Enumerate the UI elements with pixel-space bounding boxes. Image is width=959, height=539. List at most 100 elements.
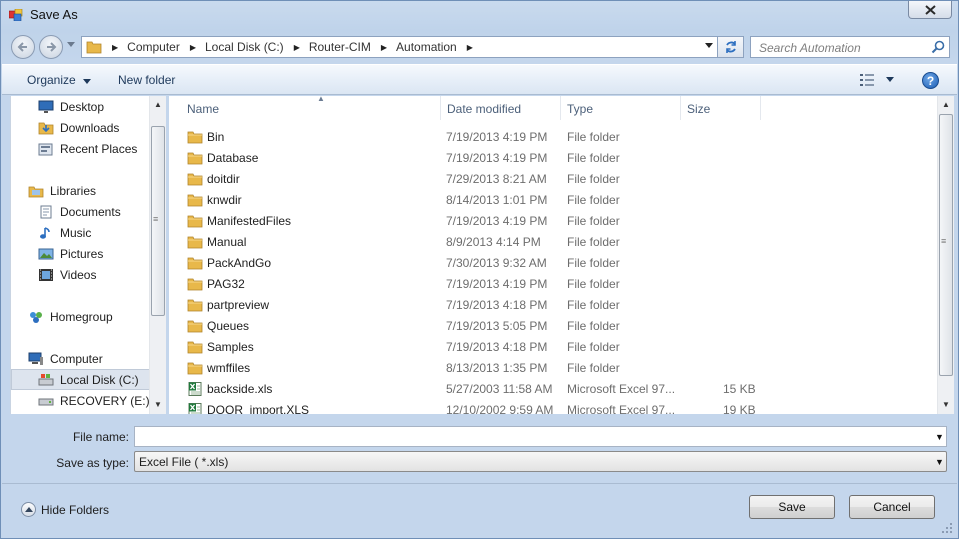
- file-row[interactable]: Database 7/19/2013 4:19 PM File folder: [169, 148, 937, 169]
- file-name: backside.xls: [207, 382, 273, 396]
- file-row[interactable]: Manual 8/9/2013 4:14 PM File folder: [169, 232, 937, 253]
- file-date-modified: 7/29/2013 8:21 AM: [446, 172, 547, 186]
- file-date-modified: 7/19/2013 4:19 PM: [446, 277, 548, 291]
- file-name: partpreview: [207, 298, 270, 312]
- organize-button[interactable]: Organize: [27, 73, 92, 87]
- chevron-down-icon[interactable]: [886, 77, 894, 82]
- folder-icon: [187, 214, 203, 228]
- navigation-pane[interactable]: Desktop Downloads Recent Places Librarie…: [10, 96, 165, 414]
- nav-item-label: Homegroup: [50, 309, 113, 324]
- column-date-modified[interactable]: Date modified: [441, 96, 561, 120]
- file-row[interactable]: Samples 7/19/2013 4:18 PM File folder: [169, 337, 937, 358]
- file-type: File folder: [567, 235, 620, 249]
- folder-icon: [187, 130, 203, 144]
- hide-folders-button[interactable]: Hide Folders: [21, 502, 109, 517]
- homegroup-icon: [28, 309, 44, 325]
- help-button[interactable]: ?: [922, 72, 939, 89]
- navigation-pane-scrollbar[interactable]: ▲ ≡ ▼: [149, 96, 166, 414]
- breadcrumb-separator-icon[interactable]: ▶: [381, 43, 387, 52]
- close-button[interactable]: [908, 1, 952, 19]
- videos-icon: [38, 267, 54, 283]
- desktop-icon: [38, 99, 54, 115]
- breadcrumb-computer[interactable]: Computer: [127, 40, 180, 54]
- file-row[interactable]: doitdir 7/29/2013 8:21 AM File folder: [169, 169, 937, 190]
- nav-item-recovery[interactable]: RECOVERY (E:): [38, 390, 165, 411]
- music-icon: [38, 225, 54, 241]
- nav-item-libraries[interactable]: Libraries: [28, 180, 165, 201]
- file-row[interactable]: PAG32 7/19/2013 4:19 PM File folder: [169, 274, 937, 295]
- breadcrumb-separator-icon[interactable]: ▶: [294, 43, 300, 52]
- search-icon[interactable]: [931, 40, 945, 54]
- folder-icon: [187, 151, 203, 165]
- file-date-modified: 7/19/2013 4:19 PM: [446, 130, 548, 144]
- file-name: wmffiles: [207, 361, 251, 375]
- breadcrumb-separator-icon[interactable]: ▶: [190, 43, 196, 52]
- file-name-input[interactable]: [134, 426, 947, 447]
- breadcrumb-automation[interactable]: Automation: [396, 40, 457, 54]
- address-bar[interactable]: ▶ Computer ▶ Local Disk (C:) ▶ Router-CI…: [81, 36, 718, 58]
- nav-item-recent-places[interactable]: Recent Places: [38, 138, 165, 159]
- nav-item-label: Pictures: [60, 246, 104, 261]
- file-name: PAG32: [207, 277, 245, 291]
- recovery-drive-icon: [38, 393, 54, 409]
- breadcrumb-local-disk[interactable]: Local Disk (C:): [205, 40, 284, 54]
- chevron-down-icon[interactable]: ▼: [935, 432, 944, 442]
- file-row[interactable]: Bin 7/19/2013 4:19 PM File folder: [169, 127, 937, 148]
- breadcrumb-separator-icon[interactable]: ▶: [112, 43, 118, 52]
- file-date-modified: 7/19/2013 4:19 PM: [446, 151, 548, 165]
- file-type: Microsoft Excel 97...: [567, 382, 676, 396]
- recent-locations-dropdown-icon[interactable]: [67, 42, 75, 48]
- save-as-type-select[interactable]: Excel File ( *.xls) ▼: [134, 451, 947, 472]
- nav-item-downloads[interactable]: Downloads: [38, 117, 165, 138]
- nav-item-homegroup[interactable]: Homegroup: [28, 306, 165, 327]
- file-row[interactable]: partpreview 7/19/2013 4:18 PM File folder: [169, 295, 937, 316]
- nav-item-music[interactable]: Music: [38, 222, 165, 243]
- scroll-up-icon[interactable]: ▲: [154, 100, 162, 109]
- file-row[interactable]: PackAndGo 7/30/2013 9:32 AM File folder: [169, 253, 937, 274]
- new-folder-button[interactable]: New folder: [118, 73, 175, 87]
- column-label: Name: [187, 102, 220, 116]
- nav-item-documents[interactable]: Documents: [38, 201, 165, 222]
- file-row[interactable]: DOOR_import.XLS 12/10/2002 9:59 AM Microso…: [169, 400, 937, 414]
- excel-file-icon: [187, 382, 203, 396]
- scroll-down-icon[interactable]: ▼: [942, 400, 950, 409]
- resize-grip-icon[interactable]: [941, 522, 953, 534]
- forward-button[interactable]: [39, 35, 63, 59]
- back-button[interactable]: [11, 35, 35, 59]
- file-row[interactable]: backside.xls 5/27/2003 11:58 AM Microsoft …: [169, 379, 937, 400]
- command-bar: Organize New folder ?: [2, 64, 957, 95]
- nav-item-label: Local Disk (C:): [60, 372, 139, 387]
- folder-icon: [86, 41, 102, 54]
- nav-item-pictures[interactable]: Pictures: [38, 243, 165, 264]
- scroll-up-icon[interactable]: ▲: [942, 100, 950, 109]
- file-list-scrollbar[interactable]: ▲ ≡ ▼: [937, 96, 954, 414]
- window-title: Save As: [30, 7, 78, 22]
- file-row[interactable]: Queues 7/19/2013 5:05 PM File folder: [169, 316, 937, 337]
- nav-item-videos[interactable]: Videos: [38, 264, 165, 285]
- file-name: doitdir: [207, 172, 240, 186]
- view-options-icon[interactable]: [860, 74, 876, 86]
- nav-item-label: Desktop: [60, 99, 105, 114]
- column-size[interactable]: Size: [681, 96, 761, 120]
- file-type: File folder: [567, 151, 620, 165]
- save-button[interactable]: Save: [749, 495, 835, 519]
- column-name[interactable]: Name ▲: [181, 96, 441, 120]
- nav-item-local-disk[interactable]: Local Disk (C:): [11, 369, 151, 390]
- file-name: Database: [207, 151, 259, 165]
- cancel-button[interactable]: Cancel: [849, 495, 935, 519]
- breadcrumb-separator-icon[interactable]: ▶: [467, 43, 473, 52]
- search-input[interactable]: Search Automation: [750, 36, 950, 58]
- breadcrumb-router-cim[interactable]: Router-CIM: [309, 40, 371, 54]
- footer-divider: [2, 483, 957, 484]
- file-row[interactable]: ManifestedFiles 7/19/2013 4:19 PM File fol…: [169, 211, 937, 232]
- scroll-down-icon[interactable]: ▼: [154, 400, 162, 409]
- chevron-down-icon[interactable]: [705, 43, 713, 49]
- folder-icon: [187, 277, 203, 291]
- refresh-button[interactable]: [718, 36, 744, 58]
- file-row[interactable]: knwdir 8/14/2013 1:01 PM File folder: [169, 190, 937, 211]
- column-type[interactable]: Type: [561, 96, 681, 120]
- nav-item-desktop[interactable]: Desktop: [38, 96, 165, 117]
- file-row[interactable]: wmffiles 8/13/2013 1:35 PM File folder: [169, 358, 937, 379]
- nav-item-computer[interactable]: Computer: [28, 348, 165, 369]
- file-list[interactable]: Name ▲ Date modified Type Size Bin 7/19/2…: [169, 96, 937, 414]
